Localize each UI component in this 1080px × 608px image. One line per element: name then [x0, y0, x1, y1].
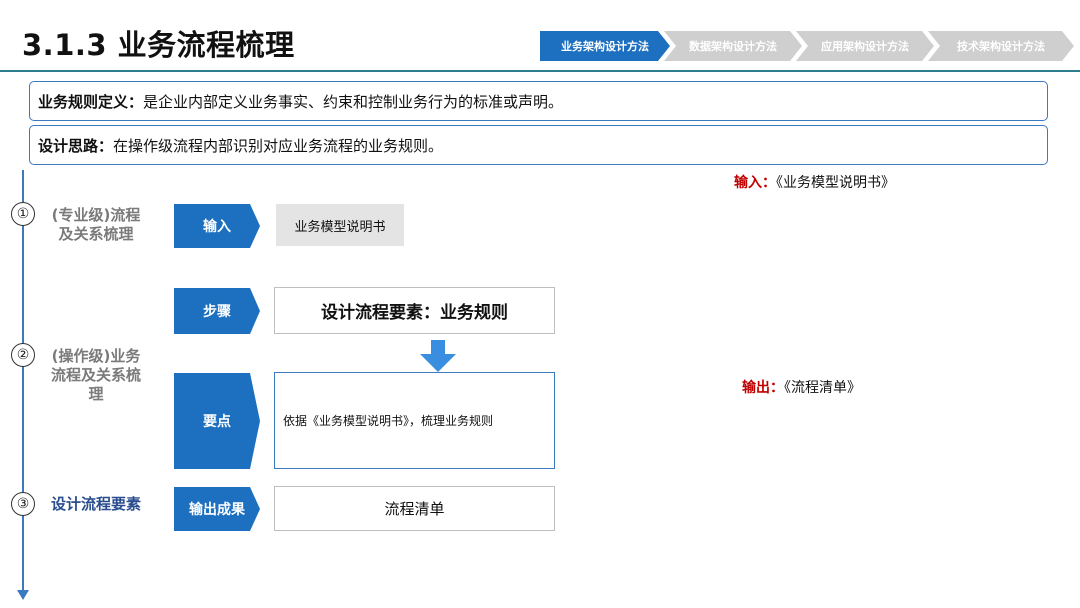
page-title: 3.1.3 业务流程梳理: [22, 28, 295, 62]
definition-label: 业务规则定义：: [38, 92, 144, 111]
nav-tab-label: 数据架构设计方法: [689, 40, 777, 53]
keypoint-content-box: 依据《业务模型说明书》，梳理业务规则: [274, 372, 555, 469]
input-content-box: 业务模型说明书: [276, 204, 404, 246]
keypoint-tag-label: 要点: [203, 414, 231, 430]
step-content: 设计流程要素：业务规则: [321, 303, 508, 323]
input-tag: 输入: [174, 204, 260, 248]
nav-tab-business-architecture[interactable]: 业务架构设计方法: [540, 31, 670, 61]
output-note-label: 输出：: [742, 380, 784, 396]
nav-tab-label: 技术架构设计方法: [957, 40, 1045, 53]
output-content: 流程清单: [384, 500, 445, 518]
output-note-value: 《流程清单》: [784, 380, 861, 396]
phase-number-3: ③: [11, 492, 35, 516]
down-arrow-icon: [420, 340, 456, 372]
timeline-line: [22, 170, 24, 595]
input-tag-label: 输入: [203, 219, 231, 235]
input-note-label: 输入：: [734, 175, 776, 191]
input-note: 输入：《业务模型说明书》: [734, 172, 895, 192]
phase-label-1: (专业级)流程及关系梳理: [51, 206, 141, 243]
definition-text: 是企业内部定义业务事实、约束和控制业务行为的标准或声明。: [143, 92, 564, 111]
step-tag: 步骤: [174, 288, 260, 334]
definition-box: 业务规则定义：是企业内部定义业务事实、约束和控制业务行为的标准或声明。: [29, 81, 1048, 121]
output-note: 输出：《流程清单》: [742, 377, 861, 397]
step-content-box: 设计流程要素：业务规则: [274, 287, 555, 334]
nav-tab-data-architecture[interactable]: 数据架构设计方法: [664, 31, 802, 61]
output-tag-label: 输出成果: [189, 502, 245, 518]
phase-label-3: 设计流程要素: [50, 495, 141, 513]
input-note-value: 《业务模型说明书》: [776, 175, 895, 191]
phase-label-2: (操作级)业务流程及关系梳理: [50, 347, 141, 403]
keypoint-content: 依据《业务模型说明书》，梳理业务规则: [283, 414, 494, 428]
nav-tab-technology-architecture[interactable]: 技术架构设计方法: [928, 31, 1074, 61]
phase-number-1: ①: [11, 202, 35, 226]
phase-number-2: ②: [11, 343, 35, 367]
input-content: 业务模型说明书: [294, 219, 386, 235]
nav-tab-label: 业务架构设计方法: [561, 40, 649, 53]
title-divider: [0, 70, 1080, 72]
output-content-box: 流程清单: [274, 486, 555, 531]
timeline-arrow-icon: [17, 590, 29, 600]
keypoint-tag: 要点: [174, 373, 260, 469]
design-idea-label: 设计思路：: [38, 136, 114, 155]
design-idea-text: 在操作级流程内部识别对应业务流程的业务规则。: [113, 136, 444, 155]
method-nav: 业务架构设计方法 数据架构设计方法 应用架构设计方法 技术架构设计方法: [540, 31, 1078, 61]
nav-tab-label: 应用架构设计方法: [821, 40, 909, 53]
output-tag: 输出成果: [174, 487, 260, 531]
nav-tab-application-architecture[interactable]: 应用架构设计方法: [796, 31, 934, 61]
step-tag-label: 步骤: [203, 304, 231, 320]
design-idea-box: 设计思路：在操作级流程内部识别对应业务流程的业务规则。: [29, 125, 1048, 165]
